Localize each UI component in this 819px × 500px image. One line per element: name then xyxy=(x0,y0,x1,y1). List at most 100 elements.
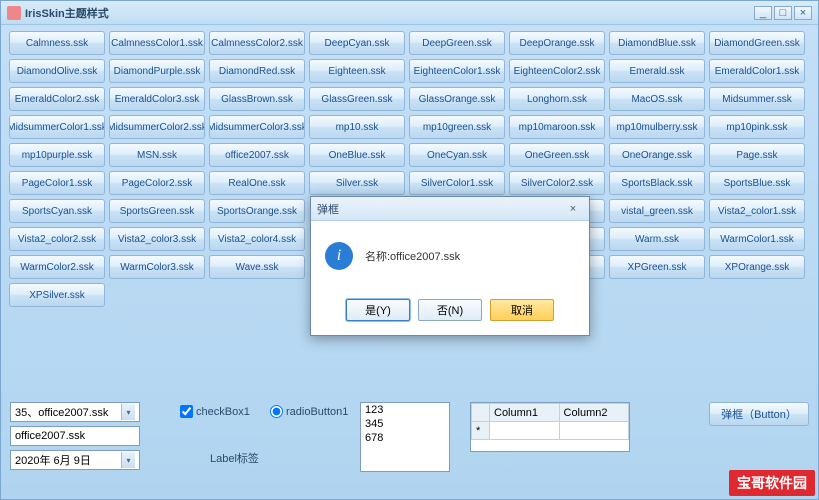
skin-button[interactable]: vistal_green.ssk xyxy=(609,199,705,223)
skin-button[interactable]: mp10green.ssk xyxy=(409,115,505,139)
skin-button[interactable]: XPSilver.ssk xyxy=(9,283,105,307)
skin-button[interactable]: OneCyan.ssk xyxy=(409,143,505,167)
list-item[interactable]: 345 xyxy=(361,417,449,431)
skin-button[interactable]: GlassOrange.ssk xyxy=(409,87,505,111)
skin-button[interactable]: Vista2_color1.ssk xyxy=(709,199,805,223)
skin-button[interactable]: WarmColor1.ssk xyxy=(709,227,805,251)
skin-button[interactable]: MidsummerColor3.ssk xyxy=(209,115,305,139)
skin-button[interactable]: SportsGreen.ssk xyxy=(109,199,205,223)
skin-button[interactable]: mp10pink.ssk xyxy=(709,115,805,139)
skin-button[interactable]: SportsCyan.ssk xyxy=(9,199,105,223)
skin-button[interactable]: mp10purple.ssk xyxy=(9,143,105,167)
skin-button[interactable]: DiamondPurple.ssk xyxy=(109,59,205,83)
no-button[interactable]: 否(N) xyxy=(418,299,482,321)
textbox-value: office2007.ssk xyxy=(15,430,85,442)
skin-button[interactable]: DiamondBlue.ssk xyxy=(609,31,705,55)
skin-button[interactable]: SportsOrange.ssk xyxy=(209,199,305,223)
skin-button[interactable]: mp10mulberry.ssk xyxy=(609,115,705,139)
combobox-value: 35、office2007.ssk xyxy=(15,404,108,420)
listbox[interactable]: 123345678 xyxy=(360,402,450,472)
skin-button[interactable]: Page.ssk xyxy=(709,143,805,167)
skin-button[interactable]: DeepGreen.ssk xyxy=(409,31,505,55)
label-control: Label标签 xyxy=(210,450,259,466)
skin-button[interactable]: Longhorn.ssk xyxy=(509,87,605,111)
skin-button[interactable]: OneGreen.ssk xyxy=(509,143,605,167)
skin-button[interactable]: Calmness.ssk xyxy=(9,31,105,55)
skin-button[interactable]: DiamondGreen.ssk xyxy=(709,31,805,55)
grid-cell[interactable] xyxy=(559,422,629,440)
skin-button[interactable]: Vista2_color4.ssk xyxy=(209,227,305,251)
skin-combobox[interactable]: 35、office2007.ssk ▾ xyxy=(10,402,140,422)
chevron-down-icon[interactable]: ▾ xyxy=(121,452,135,468)
minimize-button[interactable]: _ xyxy=(754,6,772,20)
popup-button[interactable]: 弹框（Button） xyxy=(709,402,809,426)
skin-button[interactable]: SportsBlue.ssk xyxy=(709,171,805,195)
skin-button[interactable]: RealOne.ssk xyxy=(209,171,305,195)
skin-button[interactable]: Eighteen.ssk xyxy=(309,59,405,83)
skin-button[interactable]: OneOrange.ssk xyxy=(609,143,705,167)
grid-header-col1[interactable]: Column1 xyxy=(490,404,560,422)
skin-button[interactable]: EmeraldColor2.ssk xyxy=(9,87,105,111)
skin-button[interactable]: Midsummer.ssk xyxy=(709,87,805,111)
datagridview[interactable]: Column1 Column2 * xyxy=(470,402,630,452)
radio1[interactable]: radioButton1 xyxy=(270,405,348,418)
skin-button[interactable]: Emerald.ssk xyxy=(609,59,705,83)
bottom-panel: 35、office2007.ssk ▾ office2007.ssk 2020年… xyxy=(10,402,809,492)
skin-button[interactable]: PageColor1.ssk xyxy=(9,171,105,195)
info-icon: i xyxy=(325,242,353,270)
skin-button[interactable]: CalmnessColor1.ssk xyxy=(109,31,205,55)
skin-button[interactable]: MidsummerColor2.ssk xyxy=(109,115,205,139)
close-button[interactable]: × xyxy=(794,6,812,20)
skin-button[interactable]: MacOS.ssk xyxy=(609,87,705,111)
skin-button[interactable]: WarmColor2.ssk xyxy=(9,255,105,279)
skin-button[interactable]: EighteenColor1.ssk xyxy=(409,59,505,83)
checkbox1[interactable]: checkBox1 xyxy=(180,405,250,418)
skin-button[interactable]: SilverColor1.ssk xyxy=(409,171,505,195)
skin-button[interactable]: MSN.ssk xyxy=(109,143,205,167)
skin-button[interactable]: Vista2_color3.ssk xyxy=(109,227,205,251)
skin-button[interactable]: Wave.ssk xyxy=(209,255,305,279)
skin-button[interactable]: EmeraldColor1.ssk xyxy=(709,59,805,83)
skin-button[interactable]: OneBlue.ssk xyxy=(309,143,405,167)
chevron-down-icon[interactable]: ▾ xyxy=(121,404,135,420)
maximize-button[interactable]: □ xyxy=(774,6,792,20)
skin-button[interactable]: Warm.ssk xyxy=(609,227,705,251)
skin-button[interactable]: GlassBrown.ssk xyxy=(209,87,305,111)
cancel-button[interactable]: 取消 xyxy=(490,299,554,321)
grid-corner xyxy=(472,404,490,422)
grid-header-col2[interactable]: Column2 xyxy=(559,404,629,422)
skin-button[interactable]: WarmColor3.ssk xyxy=(109,255,205,279)
skin-button[interactable]: mp10maroon.ssk xyxy=(509,115,605,139)
skin-button[interactable]: DeepOrange.ssk xyxy=(509,31,605,55)
skin-button[interactable]: GlassGreen.ssk xyxy=(309,87,405,111)
skin-button[interactable]: XPGreen.ssk xyxy=(609,255,705,279)
skin-button[interactable]: CalmnessColor2.ssk xyxy=(209,31,305,55)
skin-textbox[interactable]: office2007.ssk xyxy=(10,426,140,446)
dialog-titlebar[interactable]: 弹框 × xyxy=(311,197,589,221)
list-item[interactable]: 123 xyxy=(361,403,449,417)
list-item[interactable]: 678 xyxy=(361,431,449,445)
skin-button[interactable]: Silver.ssk xyxy=(309,171,405,195)
skin-button[interactable]: SilverColor2.ssk xyxy=(509,171,605,195)
skin-button[interactable]: office2007.ssk xyxy=(209,143,305,167)
app-icon xyxy=(7,6,21,20)
skin-button[interactable]: EmeraldColor3.ssk xyxy=(109,87,205,111)
dialog-close-button[interactable]: × xyxy=(563,201,583,217)
skin-button[interactable]: XPOrange.ssk xyxy=(709,255,805,279)
titlebar[interactable]: IrisSkin主题样式 _ □ × xyxy=(1,1,818,25)
skin-button[interactable]: MidsummerColor1.ssk xyxy=(9,115,105,139)
date-picker[interactable]: 2020年 6月 9日 ▾ xyxy=(10,450,140,470)
skin-button[interactable]: DeepCyan.ssk xyxy=(309,31,405,55)
skin-button[interactable]: DiamondOlive.ssk xyxy=(9,59,105,83)
yes-button[interactable]: 是(Y) xyxy=(346,299,410,321)
skin-button[interactable]: Vista2_color2.ssk xyxy=(9,227,105,251)
grid-cell[interactable] xyxy=(490,422,560,440)
skin-button[interactable]: DiamondRed.ssk xyxy=(209,59,305,83)
skin-button[interactable]: SportsBlack.ssk xyxy=(609,171,705,195)
dialog-body: i 名称:office2007.ssk xyxy=(311,221,589,291)
skin-button[interactable]: PageColor2.ssk xyxy=(109,171,205,195)
skin-button[interactable]: mp10.ssk xyxy=(309,115,405,139)
skin-button[interactable]: EighteenColor2.ssk xyxy=(509,59,605,83)
radio-input[interactable] xyxy=(270,405,283,418)
checkbox-input[interactable] xyxy=(180,405,193,418)
